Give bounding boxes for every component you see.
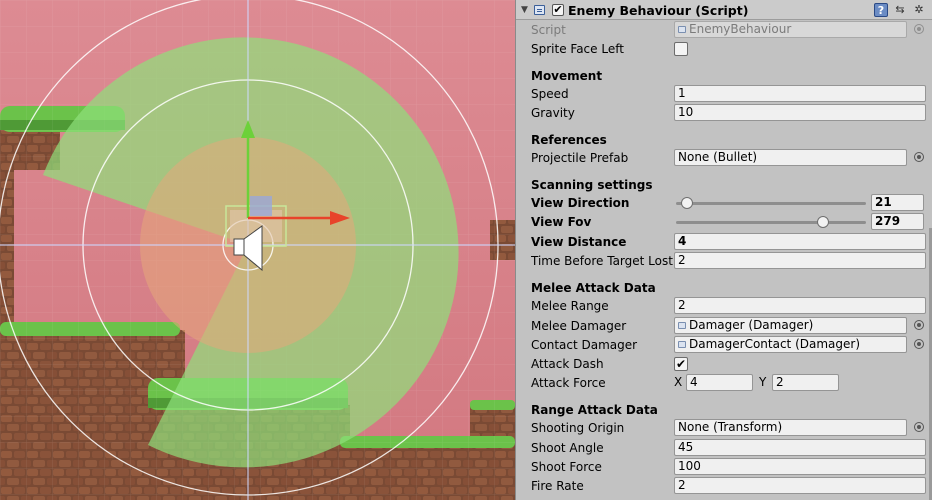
attack-force-row: Attack Force X 4 Y 2: [516, 374, 932, 393]
shoot-angle-label: Shoot Angle: [531, 441, 604, 455]
view-fov-label: View Fov: [531, 215, 592, 229]
shooting-origin-picker-icon[interactable]: [914, 422, 924, 432]
contact-damager-picker-icon[interactable]: [914, 339, 924, 349]
script-picker-icon: [914, 24, 924, 34]
view-fov-row: View Fov 279: [516, 213, 932, 232]
melee-damager-label: Melee Damager: [531, 319, 627, 333]
melee-range-label: Melee Range: [531, 299, 609, 313]
contact-damager-value: DamagerContact (Damager): [689, 337, 861, 351]
melee-damager-row: Melee Damager Damager (Damager): [516, 317, 932, 336]
shoot-force-row: Shoot Force 100: [516, 458, 932, 477]
fire-rate-label: Fire Rate: [531, 479, 584, 493]
gravity-row: Gravity 10: [516, 104, 932, 123]
attack-force-x-field[interactable]: 4: [686, 374, 753, 391]
melee-damager-value: Damager (Damager): [689, 318, 814, 332]
projectile-prefab-row: Projectile Prefab None (Bullet): [516, 149, 932, 168]
contact-damager-field[interactable]: DamagerContact (Damager): [674, 336, 907, 353]
view-distance-field[interactable]: 4: [674, 233, 926, 250]
melee-range-row: Melee Range 2: [516, 297, 932, 316]
damager-object-icon: [678, 322, 686, 329]
melee-damager-field[interactable]: Damager (Damager): [674, 317, 907, 334]
time-before-target-lost-label: Time Before Target Lost: [531, 254, 673, 268]
view-direction-field[interactable]: 21: [871, 194, 924, 211]
scene-canvas[interactable]: [0, 0, 515, 500]
melee-damager-picker-icon[interactable]: [914, 320, 924, 330]
presets-icon[interactable]: ⇆: [893, 3, 907, 17]
attack-force-x-label: X: [674, 375, 683, 389]
sprite-face-left-row: Sprite Face Left: [516, 40, 932, 59]
speed-label: Speed: [531, 87, 569, 101]
contact-damager-label: Contact Damager: [531, 338, 638, 352]
projectile-prefab-field[interactable]: None (Bullet): [674, 149, 907, 166]
references-header: References: [531, 133, 607, 147]
settings-gear-icon[interactable]: ✲: [912, 3, 926, 17]
shooting-origin-field[interactable]: None (Transform): [674, 419, 907, 436]
script-icon: [534, 5, 545, 15]
movement-header: Movement: [531, 69, 603, 83]
attack-dash-row: Attack Dash ✔: [516, 355, 932, 374]
inspector-panel: ▼ ✔ Enemy Behaviour (Script) ? ⇆ ✲ Scrip…: [515, 0, 932, 500]
view-direction-label: View Direction: [531, 196, 630, 210]
view-fov-slider-thumb[interactable]: [817, 216, 830, 228]
view-distance-row: View Distance 4: [516, 233, 932, 252]
attack-force-y-label: Y: [759, 375, 767, 389]
shoot-force-label: Shoot Force: [531, 460, 602, 474]
scene-view[interactable]: [0, 0, 515, 500]
attack-dash-checkbox[interactable]: ✔: [674, 357, 688, 371]
help-book-icon[interactable]: ?: [874, 3, 888, 17]
view-fov-field[interactable]: 279: [871, 213, 924, 230]
fire-rate-field[interactable]: 2: [674, 477, 926, 494]
attack-force-label: Attack Force: [531, 376, 606, 390]
view-fov-slider[interactable]: [676, 221, 866, 224]
view-direction-row: View Direction 21: [516, 194, 932, 213]
time-before-target-lost-field[interactable]: 2: [674, 252, 926, 269]
speed-row: Speed 1: [516, 85, 932, 104]
sprite-face-left-checkbox[interactable]: [674, 42, 688, 56]
projectile-prefab-label: Projectile Prefab: [531, 151, 629, 165]
script-field: EnemyBehaviour: [674, 21, 907, 38]
foldout-arrow-icon[interactable]: ▼: [521, 5, 528, 15]
gravity-field[interactable]: 10: [674, 104, 926, 121]
gravity-label: Gravity: [531, 106, 575, 120]
view-direction-slider[interactable]: [676, 202, 866, 205]
fire-rate-row: Fire Rate 2: [516, 477, 932, 496]
component-title: Enemy Behaviour (Script): [568, 3, 749, 18]
shooting-origin-row: Shooting Origin None (Transform): [516, 419, 932, 438]
component-header[interactable]: ▼ ✔ Enemy Behaviour (Script) ? ⇆ ✲: [516, 0, 932, 20]
shooting-origin-label: Shooting Origin: [531, 421, 625, 435]
script-label: Script: [531, 23, 566, 37]
view-distance-label: View Distance: [531, 235, 627, 249]
script-asset-icon: [678, 26, 686, 33]
shoot-force-field[interactable]: 100: [674, 458, 926, 475]
projectile-prefab-picker-icon[interactable]: [914, 152, 924, 162]
component-enabled-checkbox[interactable]: ✔: [552, 4, 564, 16]
attack-force-y-field[interactable]: 2: [772, 374, 839, 391]
damager-contact-object-icon: [678, 341, 686, 348]
script-value: EnemyBehaviour: [689, 22, 792, 36]
view-direction-slider-thumb[interactable]: [681, 197, 694, 209]
contact-damager-row: Contact Damager DamagerContact (Damager): [516, 336, 932, 355]
script-row: Script EnemyBehaviour: [516, 21, 932, 40]
melee-range-field[interactable]: 2: [674, 297, 926, 314]
melee-header: Melee Attack Data: [531, 281, 656, 295]
sprite-face-left-label: Sprite Face Left: [531, 42, 624, 56]
attack-dash-label: Attack Dash: [531, 357, 604, 371]
shoot-angle-field[interactable]: 45: [674, 439, 926, 456]
time-before-target-lost-row: Time Before Target Lost 2: [516, 252, 932, 271]
range-header: Range Attack Data: [531, 403, 658, 417]
speed-field[interactable]: 1: [674, 85, 926, 102]
shoot-angle-row: Shoot Angle 45: [516, 439, 932, 458]
scanning-header: Scanning settings: [531, 178, 653, 192]
